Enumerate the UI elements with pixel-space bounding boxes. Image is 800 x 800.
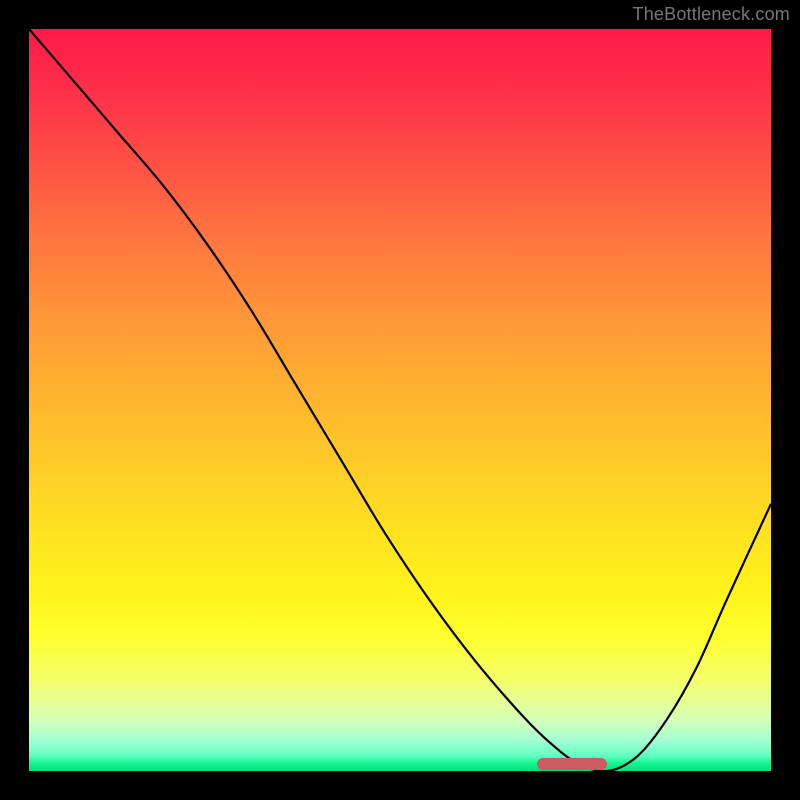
curve-svg	[29, 29, 771, 771]
bottleneck-curve	[29, 29, 771, 771]
plot-area	[29, 29, 771, 771]
watermark-text: TheBottleneck.com	[633, 4, 790, 25]
chart-frame: TheBottleneck.com	[0, 0, 800, 800]
optimum-marker	[537, 758, 607, 770]
